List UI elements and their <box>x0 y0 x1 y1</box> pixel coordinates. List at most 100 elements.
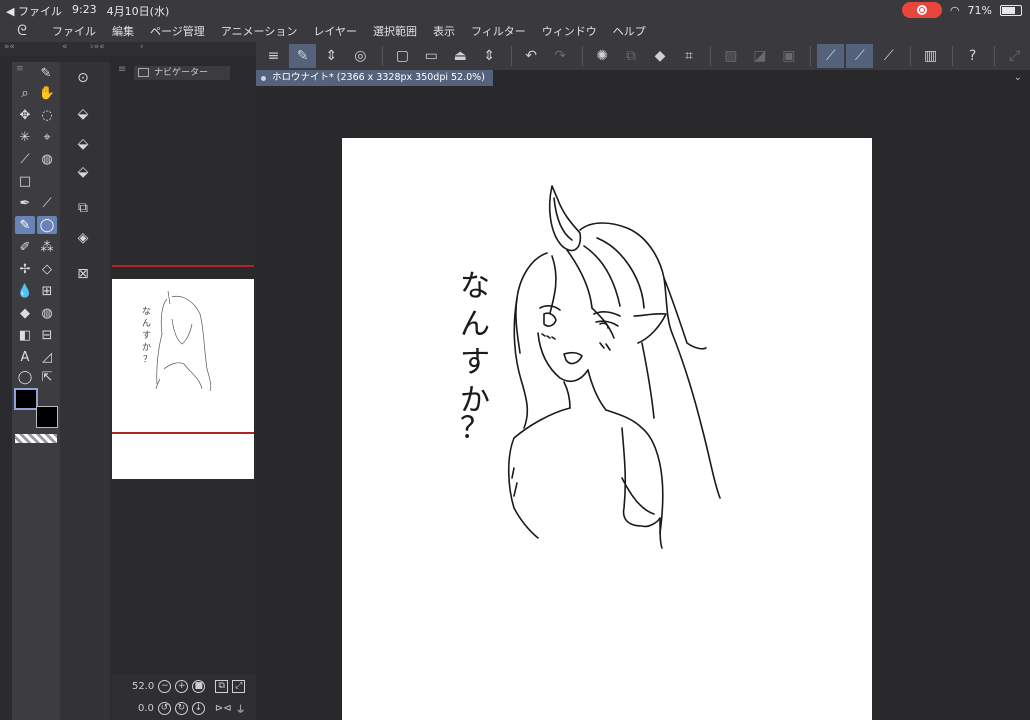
flip-horizontal-icon[interactable]: ⊳⊲ <box>215 703 232 714</box>
eraser-tool-icon[interactable]: ◇ <box>37 260 57 278</box>
close-panel-icon[interactable]: ⊠ <box>72 264 94 284</box>
spray-tool-icon[interactable]: ⁂ <box>37 238 57 256</box>
transparent-color-swatch[interactable] <box>15 434 57 443</box>
menu-view[interactable]: 表示 <box>425 23 463 39</box>
redo-icon[interactable]: ↷ <box>547 44 574 68</box>
zoom-value[interactable]: 52.0 <box>132 681 154 692</box>
layer-panel-icon[interactable]: ◈ <box>72 228 94 248</box>
menu-filter[interactable]: フィルター <box>463 23 534 39</box>
menu-page-management[interactable]: ページ管理 <box>142 23 213 39</box>
rotate-right-icon[interactable]: ↻ <box>174 701 188 715</box>
collapse-nav-icon[interactable]: ›»« <box>90 42 105 52</box>
navigator-thumbnail[interactable]: な ん す か ？ <box>112 279 254 479</box>
new-file-icon[interactable]: ▢ <box>389 44 416 68</box>
rectangle-tool-icon[interactable]: □ <box>15 172 35 190</box>
fit-to-screen-icon[interactable]: ⧉ <box>215 679 229 693</box>
menu-file[interactable]: ファイル <box>44 23 104 39</box>
object-select-icon[interactable]: ⌖ <box>37 128 57 146</box>
navigator-panel: ≡ ナビゲーター な ん す か ？ 52.0 − + ■ ⧉ ⤢ 0.0 ↺ … <box>112 62 256 720</box>
zoom-tool-icon[interactable]: ⌕ <box>15 84 35 102</box>
fit-to-window-icon[interactable]: ⤢ <box>232 679 246 693</box>
back-to-files-link[interactable]: ◀ ファイル <box>6 3 62 19</box>
companion-mode-icon[interactable]: ▥ <box>917 44 944 68</box>
chevron-down-icon[interactable]: ⌄ <box>1014 72 1022 83</box>
blend-tool-icon[interactable]: ◍ <box>37 150 57 168</box>
gradient-tool-icon[interactable]: ◧ <box>15 326 35 344</box>
zoom-out-icon[interactable]: − <box>158 679 172 693</box>
mode-switch-icon[interactable]: ⇕ <box>318 44 345 68</box>
sub-color-swatch[interactable] <box>36 406 58 428</box>
rotation-value[interactable]: 0.0 <box>138 703 154 714</box>
tab-navigator[interactable]: ナビゲーター <box>134 66 230 80</box>
eyedropper-icon[interactable]: ⟋ <box>15 150 35 168</box>
copy-icon[interactable]: ⧉ <box>618 44 645 68</box>
edit-mode-icon[interactable]: ✎ <box>288 44 316 68</box>
navigator-icon <box>138 68 149 77</box>
zoom-in-icon[interactable]: + <box>175 679 189 693</box>
fill-pen-icon[interactable]: ✐ <box>15 238 35 256</box>
collapse-toolpanel-icon[interactable]: »« <box>4 42 15 52</box>
paint-bucket-icon[interactable]: ◆ <box>15 304 35 322</box>
save-options-icon[interactable]: ⇕ <box>476 44 503 68</box>
screen-record-icon[interactable] <box>901 2 942 18</box>
hand-tool-icon[interactable]: ✋ <box>37 84 57 102</box>
pen-tab-icon[interactable]: ✎ <box>36 64 56 82</box>
invert-selection-icon[interactable]: ◪ <box>746 44 773 68</box>
grid-tool-icon[interactable]: ⊞ <box>37 282 57 300</box>
save-icon[interactable]: ⏏ <box>447 44 474 68</box>
brush-snap-icon[interactable]: ⟋ <box>846 44 874 68</box>
layer-property-icon[interactable]: ⬙ <box>72 104 94 124</box>
pen-tool-icon[interactable]: ✒ <box>15 194 35 212</box>
menu-layer[interactable]: レイヤー <box>305 23 365 39</box>
navigator-menu-icon[interactable]: ≡ <box>118 64 126 75</box>
undo-icon[interactable]: ↶ <box>518 44 545 68</box>
transform-icon[interactable]: ⌗ <box>676 44 703 68</box>
loading-icon[interactable]: ✺ <box>589 44 616 68</box>
assets-icon[interactable]: ◎ <box>347 44 374 68</box>
rotate-left-icon[interactable]: ↺ <box>157 701 171 715</box>
menu-window[interactable]: ウィンドウ <box>534 23 605 39</box>
fill-blob-icon[interactable]: ◍ <box>37 304 57 322</box>
collapse-subtool-icon[interactable]: « <box>62 42 68 52</box>
toolbar-divider <box>381 46 383 66</box>
lasso-tool-icon[interactable]: ◌ <box>37 106 57 124</box>
correct-line-icon[interactable]: ⇱ <box>37 368 57 386</box>
decoration-tool-icon[interactable]: ✢ <box>15 260 35 278</box>
menu-help[interactable]: ヘルプ <box>605 23 654 39</box>
crop-icon[interactable]: ▣ <box>775 44 802 68</box>
fill-icon[interactable]: ◆ <box>647 44 674 68</box>
color-wheel-tab-icon[interactable]: ⬙ <box>72 134 94 154</box>
ruler-snap-icon[interactable]: ⟋ <box>817 44 845 68</box>
speech-balloon-tool-icon[interactable]: ◯ <box>37 216 57 234</box>
menu-edit[interactable]: 編集 <box>104 23 142 39</box>
balloon-tool-icon[interactable]: ◯ <box>15 368 35 386</box>
pencil-tool-icon[interactable]: ⟋ <box>37 194 57 212</box>
expand-icon[interactable]: ⤢ <box>1001 44 1028 68</box>
snap-settings-icon[interactable]: ⟋ <box>875 44 902 68</box>
menu-selection[interactable]: 選択範囲 <box>365 23 425 39</box>
sub-tool-detail-icon[interactable]: ⊙ <box>72 68 94 88</box>
help-icon[interactable]: ? <box>959 44 986 68</box>
blend-drops-icon[interactable]: 💧 <box>15 282 35 300</box>
open-folder-icon[interactable]: ▭ <box>418 44 445 68</box>
hamburger-menu-icon[interactable]: ≡ <box>260 44 287 68</box>
frame-tool-icon[interactable]: ⊟ <box>37 326 57 344</box>
zoom-reset-icon[interactable]: ■ <box>192 679 206 693</box>
clip-studio-logo-icon[interactable]: ᘓ <box>0 23 44 39</box>
clear-selection-icon[interactable]: ▨ <box>717 44 744 68</box>
text-tool-icon[interactable]: A <box>15 348 35 366</box>
tool-panel-menu-icon[interactable]: ≡ <box>16 64 24 74</box>
layer-search-icon[interactable]: ⧉ <box>72 198 94 218</box>
color-set-tab-icon[interactable]: ⬙ <box>72 162 94 182</box>
rotate-reset-icon[interactable]: ↓ <box>191 701 205 715</box>
document-tab[interactable]: ホロウナイト* (2366 x 3328px 350dpi 52.0%) <box>256 70 493 86</box>
flip-vertical-icon[interactable]: ⏚ <box>236 701 246 716</box>
magic-wand-icon[interactable]: ✳ <box>15 128 35 146</box>
ruler-tool-icon[interactable]: ◿ <box>37 348 57 366</box>
menu-animation[interactable]: アニメーション <box>213 23 306 39</box>
move-tool-icon[interactable]: ✥ <box>15 106 35 124</box>
main-color-swatch[interactable] <box>14 388 38 410</box>
canvas-paper[interactable]: な ん す か ？ <box>342 138 872 720</box>
collapse-canvas-icon[interactable]: ‹ <box>140 42 144 52</box>
airbrush-tool-icon[interactable]: ✎ <box>15 216 35 234</box>
